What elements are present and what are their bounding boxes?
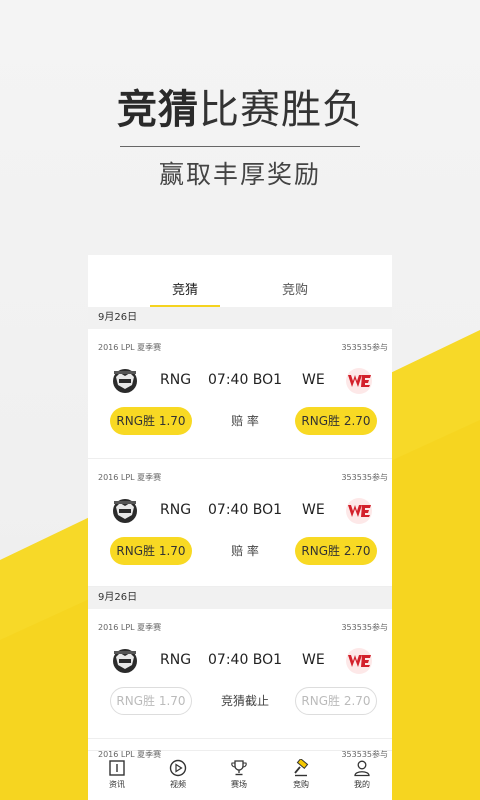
team1-name: RNG <box>160 502 192 518</box>
nav-label: 我的 <box>354 780 370 789</box>
person-icon <box>354 760 370 777</box>
odds-label: 赔 率 <box>231 414 259 428</box>
participants-count: 353535参与 <box>341 623 388 632</box>
bet-team1-button[interactable]: RNG胜 1.70 <box>110 407 192 435</box>
participants-count: 353535参与 <box>341 473 388 482</box>
match-time: 07:40 BO1 <box>208 652 283 668</box>
league-label: 2016 LPL 夏季赛 <box>98 623 162 632</box>
nav-label: 资讯 <box>109 780 125 789</box>
promo-title-bold: 竞猜 <box>117 87 199 133</box>
betting-closed-label: 竞猜截止 <box>220 694 269 708</box>
team2-name: WE <box>302 372 325 388</box>
nav-label: 赛场 <box>231 780 247 789</box>
promo-subtitle: 赢取丰厚奖励 <box>158 160 321 189</box>
date-header: 9月26日 <box>88 587 392 609</box>
bet-team1-button[interactable]: RNG胜 1.70 <box>110 537 192 565</box>
odds-label: 赔 率 <box>231 544 259 558</box>
next-match-peek: 2016 LPL 夏季赛 353535参与 <box>98 749 388 760</box>
league-label: 2016 LPL 夏季赛 <box>98 473 162 482</box>
nav-item-news[interactable]: 资讯 <box>97 759 137 790</box>
we-logo-icon <box>346 648 372 674</box>
rng-logo-icon <box>113 369 137 393</box>
news-icon <box>109 760 125 776</box>
nav-item-profile[interactable]: 我的 <box>342 759 382 790</box>
we-logo-icon <box>346 368 372 394</box>
nav-item-video[interactable]: 视频 <box>158 759 198 790</box>
team2-name: WE <box>302 652 325 668</box>
nav-label: 竞购 <box>293 780 309 789</box>
rng-logo-icon <box>113 499 137 523</box>
league-label: 2016 LPL 夏季赛 <box>98 750 162 759</box>
date-header: 9月26日 <box>88 307 392 329</box>
match-time: 07:40 BO1 <box>208 372 283 388</box>
tab-bar: 竞猜 竞购 <box>88 255 392 307</box>
team2-name: WE <box>302 502 325 518</box>
match-card[interactable]: 2016 LPL 夏季赛 353535参与 RNG 07:40 BO1 WE RN… <box>88 329 392 459</box>
we-logo-icon <box>346 498 372 524</box>
promo-title: 竞猜比赛胜负 <box>0 78 480 142</box>
gavel-icon <box>294 759 309 777</box>
trophy-icon <box>231 760 247 776</box>
promo-banner: 竞猜比赛胜负 赢取丰厚奖励 <box>0 78 480 191</box>
participants-count: 353535参与 <box>341 343 388 352</box>
bet-team2-button-disabled: RNG胜 2.70 <box>295 687 377 715</box>
match-card[interactable]: 2016 LPL 夏季赛 353535参与 RNG 07:40 BO1 WE RN… <box>88 459 392 587</box>
team1-name: RNG <box>160 372 192 388</box>
nav-label: 视频 <box>170 780 186 789</box>
promo-title-light: 比赛胜负 <box>199 87 363 133</box>
tab-guess[interactable]: 竞猜 <box>150 255 220 307</box>
tab-purchase[interactable]: 竞购 <box>260 255 330 307</box>
bet-team2-button[interactable]: RNG胜 2.70 <box>295 407 377 435</box>
nav-item-arena[interactable]: 赛场 <box>219 759 259 790</box>
match-card[interactable]: 2016 LPL 夏季赛 353535参与 RNG 07:40 BO1 WE RN… <box>88 609 392 739</box>
league-label: 2016 LPL 夏季赛 <box>98 343 162 352</box>
nav-item-purchase[interactable]: 竞购 <box>281 759 321 790</box>
bet-team2-button[interactable]: RNG胜 2.70 <box>295 537 377 565</box>
video-icon <box>169 759 187 777</box>
participants-count: 353535参与 <box>341 750 388 759</box>
rng-logo-icon <box>113 649 137 673</box>
team1-name: RNG <box>160 652 192 668</box>
promo-divider <box>120 146 360 147</box>
phone-screen: 竞猜 竞购 9月26日 2016 LPL 夏季赛 353535参与 RNG 07:… <box>88 255 392 800</box>
match-time: 07:40 BO1 <box>208 502 283 518</box>
bet-team1-button-disabled: RNG胜 1.70 <box>110 687 192 715</box>
